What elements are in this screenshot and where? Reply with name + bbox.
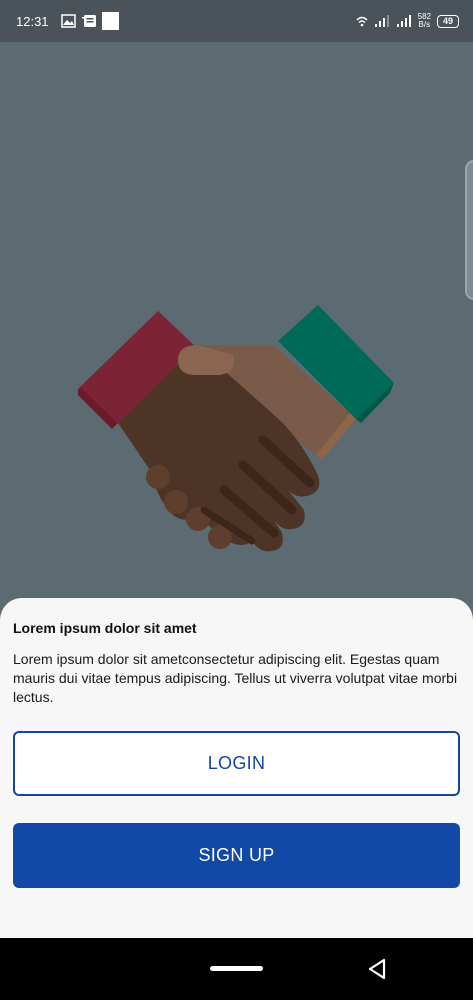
handshake-illustration — [78, 305, 394, 552]
sheet-title: Lorem ipsum dolor sit amet — [13, 620, 197, 636]
app-screen: 12:31 582 B/s 49 Lorem ipsum dolor sit a… — [0, 0, 473, 1000]
image-icon — [60, 14, 76, 28]
finger-tip — [164, 490, 188, 514]
network-speed: 582 B/s — [418, 13, 431, 29]
home-gesture-bar[interactable] — [210, 966, 263, 971]
navigation-bar — [0, 938, 473, 1000]
signal-icon — [374, 15, 389, 27]
bottom-sheet: Lorem ipsum dolor sit amet Lorem ipsum d… — [0, 598, 473, 938]
status-bar: 12:31 582 B/s 49 — [0, 0, 473, 42]
notification-icon — [81, 15, 96, 27]
white-square-icon — [101, 12, 119, 30]
finger-tip — [146, 465, 170, 489]
edge-panel-handle[interactable] — [465, 160, 473, 300]
wifi-icon — [356, 16, 368, 27]
signup-button-label: SIGN UP — [198, 845, 275, 865]
login-button-label: LOGIN — [207, 753, 266, 773]
status-system-icons: 582 B/s 49 — [356, 13, 459, 29]
status-time: 12:31 — [16, 13, 49, 29]
login-button[interactable]: LOGIN — [13, 731, 460, 796]
battery-indicator: 49 — [437, 14, 459, 28]
back-icon[interactable] — [365, 957, 389, 981]
network-speed-unit: B/s — [418, 20, 431, 29]
signal-icon — [396, 15, 411, 27]
sheet-description: Lorem ipsum dolor sit ametconsectetur ad… — [13, 651, 458, 705]
signup-button[interactable]: SIGN UP — [13, 823, 460, 888]
status-notification-icons — [60, 12, 119, 30]
battery-level: 49 — [442, 16, 453, 26]
